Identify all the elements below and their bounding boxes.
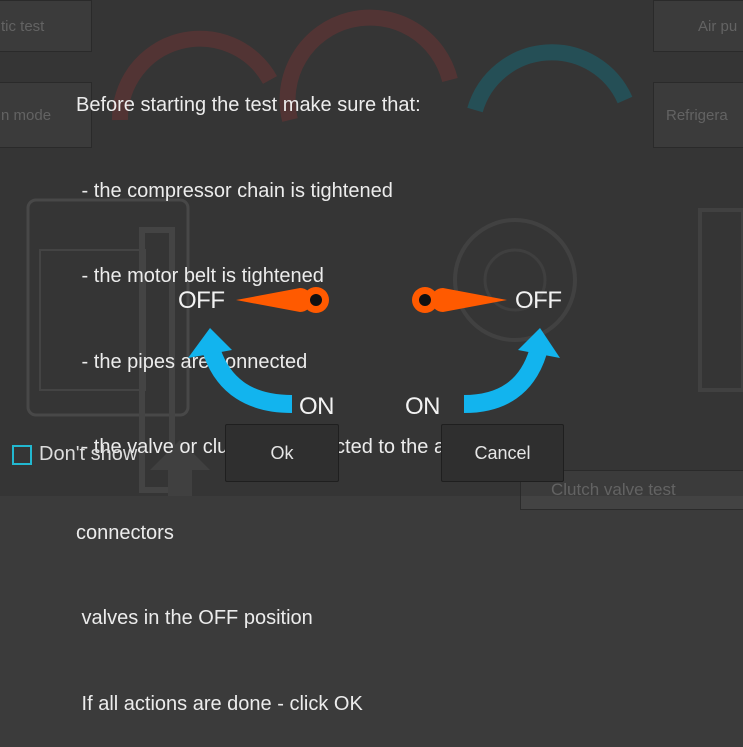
ok-button[interactable]: Ok	[225, 424, 339, 482]
left-on-label: ON	[299, 393, 335, 420]
dont-show-label: Don't show	[39, 443, 138, 465]
left-valve-lever-icon	[236, 287, 329, 313]
right-valve-lever-icon	[412, 287, 507, 313]
valve-diagram	[188, 287, 560, 413]
left-turn-arrow-icon	[188, 328, 293, 413]
dont-show-toggle[interactable]: Don't show	[12, 443, 137, 466]
dont-show-checkbox[interactable]	[12, 444, 32, 465]
right-on-label: ON	[405, 393, 441, 420]
right-turn-arrow-icon	[463, 328, 560, 413]
instruction-line: connectors	[76, 521, 174, 544]
right-off-label: OFF	[515, 287, 562, 314]
instruction-line: valves in the OFF position	[76, 607, 313, 629]
cancel-button[interactable]: Cancel	[441, 424, 564, 482]
left-off-label: OFF	[178, 287, 225, 314]
instruction-line: If all actions are done - click OK	[76, 692, 363, 715]
